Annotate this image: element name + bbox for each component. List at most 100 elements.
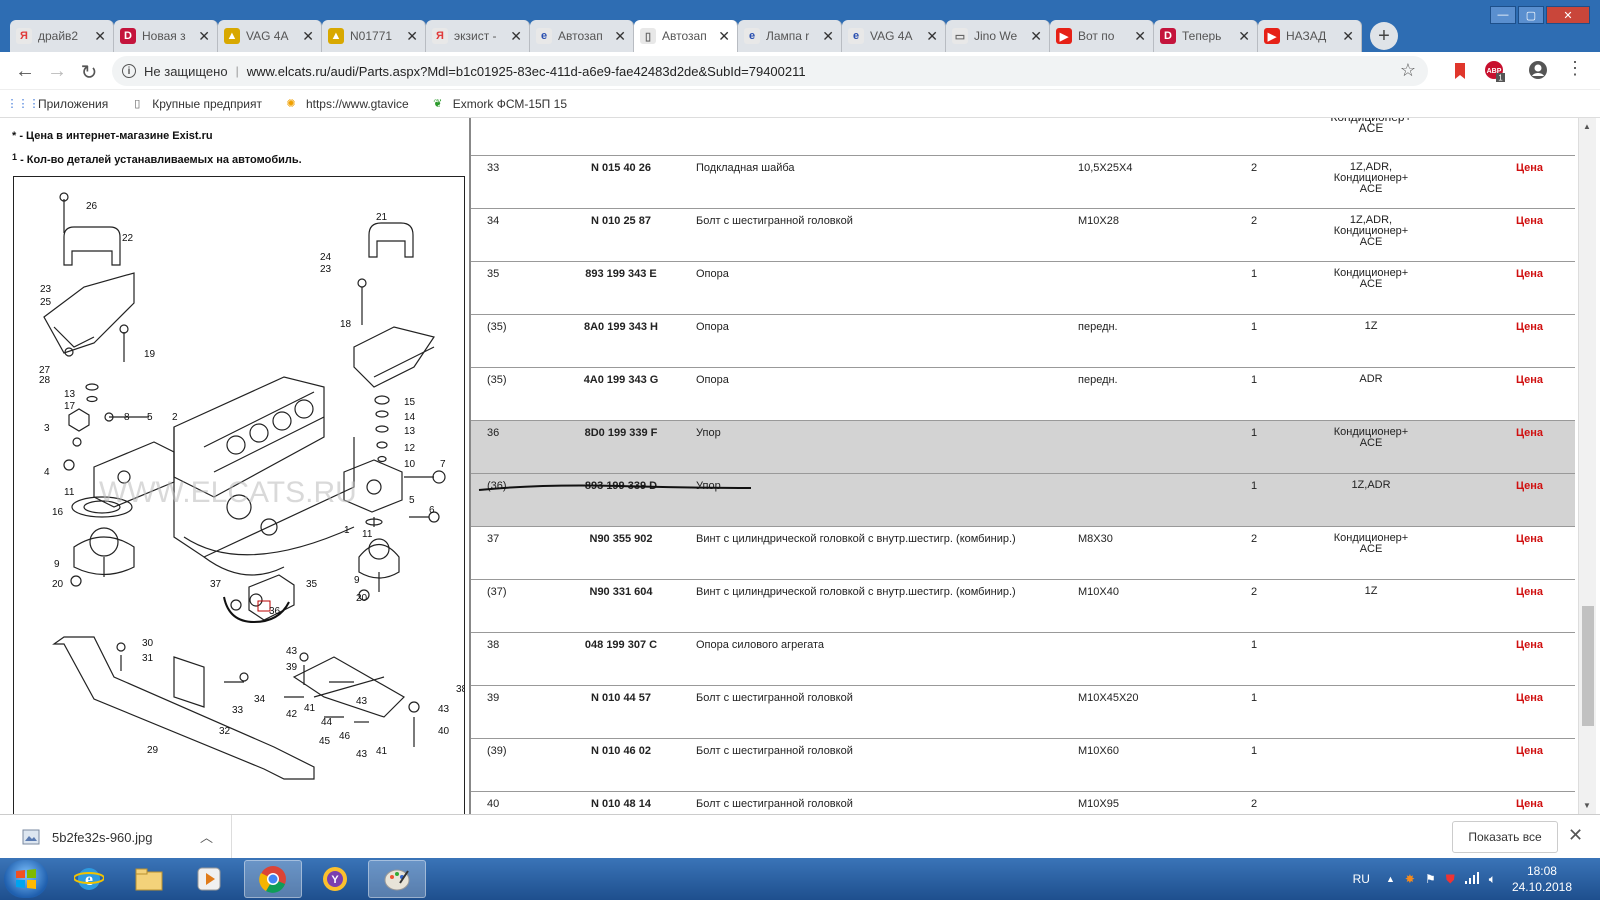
- info-icon[interactable]: i: [122, 64, 136, 78]
- url-text[interactable]: www.elcats.ru/audi/Parts.aspx?Mdl=b1c019…: [247, 64, 806, 79]
- tab-10[interactable]: ▶ Вот по ✕: [1050, 20, 1154, 52]
- price-link[interactable]: Цена: [1516, 692, 1543, 704]
- part-number[interactable]: 048 199 307 C: [551, 639, 691, 651]
- adblock-extension-icon[interactable]: ABP 1: [1484, 60, 1506, 85]
- network-signal-icon[interactable]: [1464, 871, 1479, 887]
- maximize-button[interactable]: ▢: [1518, 6, 1544, 24]
- menu-kebab-icon[interactable]: ⋮: [1566, 58, 1584, 79]
- taskbar-paint[interactable]: [368, 860, 426, 898]
- tab-8[interactable]: e VAG 4A ✕: [842, 20, 946, 52]
- taskbar-ie[interactable]: e: [60, 860, 118, 898]
- table-row[interactable]: 40 N 010 48 14 Болт с шестигранной головко…: [471, 792, 1575, 814]
- vertical-scrollbar[interactable]: ▲ ▼: [1578, 118, 1596, 814]
- new-tab-button[interactable]: +: [1370, 22, 1398, 50]
- volume-icon[interactable]: 🔈︎: [1489, 872, 1496, 887]
- page-content: * - Цена в интернет-магазине Exist.ru 1 …: [0, 118, 1600, 814]
- bookmark-0[interactable]: ⋮⋮⋮ Приложения: [7, 97, 109, 111]
- tab-11[interactable]: D Теперь ✕: [1154, 20, 1258, 52]
- price-link[interactable]: Цена: [1516, 798, 1543, 810]
- scroll-up-icon[interactable]: ▲: [1583, 122, 1591, 131]
- close-tab-icon[interactable]: ✕: [1238, 28, 1250, 45]
- back-button[interactable]: ←: [14, 60, 36, 83]
- close-tab-icon[interactable]: ✕: [302, 28, 314, 45]
- bookmark-2[interactable]: ✺ https://www.gtavice: [284, 97, 408, 111]
- chevron-up-icon[interactable]: ︿: [200, 827, 213, 846]
- price-link[interactable]: Цена: [1516, 745, 1543, 757]
- close-tab-icon[interactable]: ✕: [1134, 28, 1146, 45]
- price-link[interactable]: Цена: [1516, 639, 1543, 651]
- scroll-down-icon[interactable]: ▼: [1583, 801, 1591, 810]
- table-row[interactable]: (39) N 010 46 02 Болт с шестигранной голов…: [471, 739, 1575, 792]
- price-link[interactable]: Цена: [1516, 427, 1543, 439]
- clock[interactable]: 18:08 24.10.2018: [1512, 863, 1572, 895]
- part-number[interactable]: N 010 46 02: [551, 745, 691, 757]
- table-row[interactable]: 37 N90 355 902 Винт с цилиндрической голов…: [471, 527, 1575, 580]
- tab-9[interactable]: ▭ Jino We ✕: [946, 20, 1050, 52]
- drive2-icon: D: [1160, 28, 1176, 44]
- callout-label: 34: [254, 694, 266, 705]
- part-number[interactable]: N 010 48 14: [551, 798, 691, 810]
- close-tab-icon[interactable]: ✕: [510, 28, 522, 45]
- tray-security-icon[interactable]: ⛊: [1446, 872, 1455, 887]
- close-window-button[interactable]: ✕: [1546, 6, 1590, 24]
- close-tab-icon[interactable]: ✕: [94, 28, 106, 45]
- address-bar[interactable]: i Не защищено | www.elcats.ru/audi/Parts…: [112, 56, 1428, 86]
- download-item[interactable]: 5b2fe32s-960.jpg ︿: [0, 815, 232, 859]
- callout-label: 31: [142, 653, 154, 664]
- price-link[interactable]: Цена: [1516, 533, 1543, 545]
- bookmark-1[interactable]: ▯ Крупные предприят: [130, 97, 262, 111]
- close-tab-icon[interactable]: ✕: [1342, 28, 1354, 45]
- close-tab-icon[interactable]: ✕: [1030, 28, 1042, 45]
- price-link[interactable]: Цена: [1516, 480, 1543, 492]
- price-link[interactable]: Цена: [1516, 321, 1543, 333]
- price-link[interactable]: Цена: [1516, 586, 1543, 598]
- taskbar-media[interactable]: [180, 860, 238, 898]
- tray-expand-icon[interactable]: ▲: [1386, 874, 1395, 884]
- close-tab-icon[interactable]: ✕: [926, 28, 938, 45]
- tab-6[interactable]: ▯ Автозап ✕: [634, 20, 738, 52]
- minimize-button[interactable]: —: [1490, 6, 1516, 24]
- price-link[interactable]: Цена: [1516, 374, 1543, 386]
- action-center-flag-icon[interactable]: ⚑: [1425, 872, 1436, 886]
- tray-app-icon[interactable]: ✸: [1405, 872, 1415, 886]
- bookmark-extension-icon[interactable]: [1453, 62, 1467, 83]
- profile-icon[interactable]: [1528, 60, 1548, 83]
- close-tab-icon[interactable]: ✕: [406, 28, 418, 45]
- bookmark-star-icon[interactable]: ☆: [1400, 60, 1416, 81]
- tab-12[interactable]: ▶ НАЗАД ✕: [1258, 20, 1362, 52]
- tab-0[interactable]: Ядрайв2 ✕: [10, 20, 114, 52]
- download-filename: 5b2fe32s-960.jpg: [52, 829, 153, 845]
- close-tab-icon[interactable]: ✕: [198, 28, 210, 45]
- tab-1[interactable]: D Новая з ✕: [114, 20, 218, 52]
- close-tab-icon[interactable]: ✕: [718, 28, 730, 45]
- price-link[interactable]: Цена: [1516, 268, 1543, 280]
- part-number[interactable]: N 010 44 57: [551, 692, 691, 704]
- close-download-bar-icon[interactable]: ✕: [1568, 825, 1583, 846]
- table-row[interactable]: (37) N90 331 604 Винт с цилиндрической гол…: [471, 580, 1575, 633]
- scroll-thumb[interactable]: [1582, 606, 1594, 726]
- tab-4[interactable]: Яэкзист - ✕: [426, 20, 530, 52]
- part-number[interactable]: N90 331 604: [551, 586, 691, 598]
- tab-7[interactable]: e Лампа r ✕: [738, 20, 842, 52]
- forward-button[interactable]: →: [46, 60, 68, 83]
- price-link[interactable]: Цена: [1516, 215, 1543, 227]
- part-note: M10X60: [1078, 745, 1119, 757]
- parts-diagram[interactable]: WWW.ELCATS.RU 26 22 21 24 23 23 25 18 19 27 28 13 17…: [13, 176, 468, 814]
- tab-5[interactable]: e Автозап ✕: [530, 20, 634, 52]
- part-number[interactable]: N90 355 902: [551, 533, 691, 545]
- reload-button[interactable]: ↻: [78, 60, 100, 85]
- start-button[interactable]: [4, 860, 48, 898]
- price-link[interactable]: Цена: [1516, 162, 1543, 174]
- tab-2[interactable]: ▲ VAG 4A ✕: [218, 20, 322, 52]
- taskbar-explorer[interactable]: [120, 860, 178, 898]
- language-indicator[interactable]: RU: [1353, 872, 1370, 886]
- bookmark-3[interactable]: ❦ Exmork ФСМ-15П 15: [431, 97, 567, 111]
- tab-3[interactable]: ▲ N01771 ✕: [322, 20, 426, 52]
- taskbar-chrome[interactable]: [244, 860, 302, 898]
- show-all-downloads-button[interactable]: Показать все: [1452, 821, 1558, 853]
- taskbar-yandex[interactable]: Y: [306, 860, 364, 898]
- table-row[interactable]: 38 048 199 307 C Опора силового агрегата 1 Ц…: [471, 633, 1575, 686]
- close-tab-icon[interactable]: ✕: [822, 28, 834, 45]
- close-tab-icon[interactable]: ✕: [614, 28, 626, 45]
- table-row[interactable]: 39 N 010 44 57 Болт с шестигранной головко…: [471, 686, 1575, 739]
